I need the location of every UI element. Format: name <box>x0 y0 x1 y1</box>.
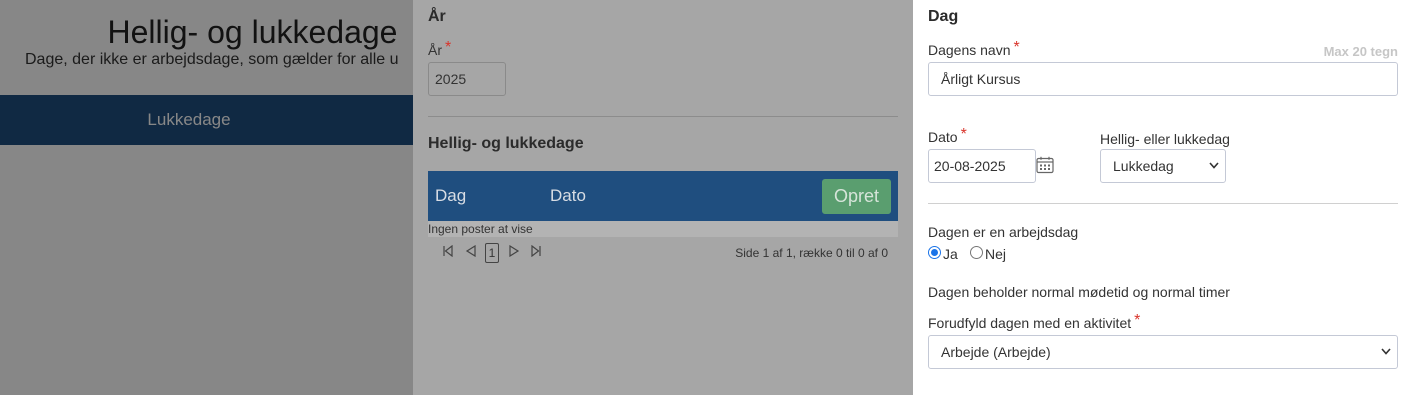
workday-yes-label[interactable]: Ja <box>943 246 958 262</box>
grid-header: Dag Dato Opret <box>428 171 898 221</box>
required-marker: * <box>960 126 967 143</box>
calendar-icon[interactable] <box>1036 156 1054 174</box>
type-label: Hellig- eller lukkedag <box>1100 131 1230 147</box>
year-panel: År År * 2025 Hellig- og lukkedage Dag Dat… <box>413 0 913 395</box>
required-marker: * <box>1134 312 1141 329</box>
last-page-icon[interactable] <box>530 244 542 261</box>
day-name-input[interactable]: Årligt Kursus <box>928 62 1398 96</box>
type-select[interactable]: Lukkedag <box>1100 149 1226 183</box>
max-length-hint: Max 20 tegn <box>1323 44 1398 59</box>
prefill-label: Forudfyld dagen med en aktivitet * <box>928 312 1141 333</box>
normal-time-text: Dagen beholder normal mødetid og normal … <box>928 284 1230 300</box>
chevron-down-icon <box>1209 150 1219 182</box>
day-section-title: Dag <box>928 8 959 25</box>
holidays-section-title: Hellig- og lukkedage <box>428 135 584 152</box>
year-label: År * <box>428 39 452 60</box>
divider <box>428 116 898 117</box>
next-page-icon[interactable] <box>508 244 520 261</box>
pager: 1 Side 1 af 1, række 0 til 0 af 0 <box>428 242 898 264</box>
year-section-title: År <box>428 8 446 25</box>
type-select-value: Lukkedag <box>1113 158 1174 174</box>
required-marker: * <box>445 39 452 56</box>
column-header-dag[interactable]: Dag <box>435 171 466 221</box>
first-page-icon[interactable] <box>442 244 454 261</box>
chevron-down-icon <box>1381 336 1391 368</box>
day-name-label-text: Dagens navn <box>928 42 1011 58</box>
required-marker: * <box>1013 39 1020 56</box>
day-panel: Dag Dagens navn * Max 20 tegn Årligt Kurs… <box>913 0 1408 395</box>
workday-no-label[interactable]: Nej <box>985 246 1006 262</box>
divider <box>928 203 1398 204</box>
prefill-activity-select[interactable]: Arbejde (Arbejde) <box>928 335 1398 369</box>
prefill-label-text: Forudfyld dagen med en aktivitet <box>928 315 1132 331</box>
day-name-label: Dagens navn * <box>928 39 1020 60</box>
year-input[interactable]: 2025 <box>428 62 506 96</box>
current-page[interactable]: 1 <box>485 243 499 263</box>
workday-no-radio[interactable] <box>970 246 983 259</box>
date-input[interactable]: 20-08-2025 <box>928 149 1036 183</box>
column-header-dato[interactable]: Dato <box>550 171 586 221</box>
pager-info: Side 1 af 1, række 0 til 0 af 0 <box>735 246 888 260</box>
create-button[interactable]: Opret <box>822 179 891 214</box>
date-label: Dato * <box>928 126 967 147</box>
year-label-text: År <box>428 42 442 58</box>
prefill-select-value: Arbejde (Arbejde) <box>941 344 1051 360</box>
date-label-text: Dato <box>928 129 958 145</box>
prev-page-icon[interactable] <box>465 244 477 261</box>
grid-empty-message: Ingen poster at vise <box>428 221 898 237</box>
workday-label: Dagen er en arbejdsdag <box>928 224 1079 240</box>
workday-yes-radio[interactable] <box>928 246 941 259</box>
